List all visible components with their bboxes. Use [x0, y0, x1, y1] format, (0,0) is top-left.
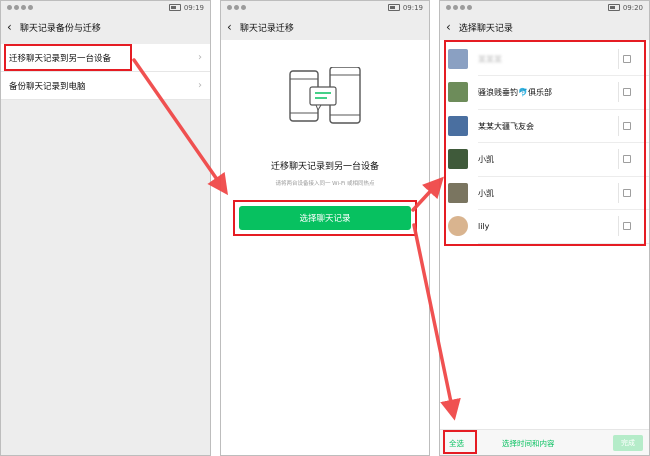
- back-arrow-icon[interactable]: ‹: [446, 21, 451, 33]
- migration-heading: 迁移聊天记录到另一台设备: [270, 162, 379, 172]
- avatar: [448, 216, 468, 236]
- phone-screen-select-chats: 09:20 ‹ 选择聊天记录 某某某 骚浪贱垂钓🐬俱乐部 某某大疆飞友会 小凯: [439, 0, 650, 456]
- two-phones-illustration-icon: [289, 67, 361, 124]
- app-icon: [21, 5, 26, 10]
- contact-checkbox[interactable]: [623, 55, 631, 63]
- divider: [478, 209, 649, 210]
- status-icons: [7, 5, 33, 10]
- phone-screen-chat-migration: 09:19 ‹ 聊天记录迁移 迁移聊天记录到另一台设备 请将两台设备接入同一 W…: [220, 0, 430, 456]
- divider: [618, 82, 619, 102]
- avatar: [448, 183, 468, 203]
- status-bar: 09:19: [221, 1, 429, 14]
- nav-bar: ‹ 聊天记录迁移: [221, 14, 429, 40]
- divider: [618, 116, 619, 136]
- avatar: [448, 149, 468, 169]
- select-chat-records-button[interactable]: 选择聊天记录: [239, 206, 411, 230]
- divider: [478, 109, 649, 110]
- battery-icon: [168, 4, 181, 11]
- back-arrow-icon[interactable]: ‹: [7, 21, 12, 33]
- app-icon: [28, 5, 33, 10]
- status-time: 09:19: [402, 3, 423, 12]
- menu-item-label: 迁移聊天记录到另一台设备: [9, 53, 112, 64]
- avatar: [448, 49, 468, 69]
- divider: [478, 142, 649, 143]
- page-title: 聊天记录备份与迁移: [19, 23, 101, 34]
- divider: [618, 49, 619, 69]
- chevron-right-icon: ›: [198, 80, 202, 91]
- done-button[interactable]: 完成: [613, 435, 643, 451]
- contact-name: 小凯: [478, 154, 494, 164]
- contact-checkbox[interactable]: [623, 222, 631, 230]
- status-icons: [446, 5, 472, 10]
- signal-icon: [7, 5, 12, 10]
- contact-checkbox[interactable]: [623, 155, 631, 163]
- phone-screen-backup-migration: 09:19 ‹ 聊天记录备份与迁移 迁移聊天记录到另一台设备 › 备份聊天记录到…: [0, 0, 211, 456]
- status-bar: 09:20: [440, 1, 649, 14]
- contact-checkbox[interactable]: [623, 88, 631, 96]
- menu-item-backup-pc[interactable]: 备份聊天记录到电脑 ›: [1, 72, 210, 100]
- divider: [478, 75, 649, 76]
- app-icon: [241, 5, 246, 10]
- migration-hint: 请将两台设备接入同一 Wi-Fi 或相同热点: [275, 181, 375, 187]
- status-icons: [227, 5, 246, 10]
- avatar: [448, 82, 468, 102]
- divider: [478, 176, 649, 177]
- wifi-icon: [453, 5, 458, 10]
- contact-name: lily: [478, 221, 490, 231]
- status-bar: 09:19: [1, 1, 210, 14]
- wifi-icon: [234, 5, 239, 10]
- wifi-icon: [14, 5, 19, 10]
- page-title: 聊天记录迁移: [239, 23, 294, 34]
- app-icon: [460, 5, 465, 10]
- menu-item-migrate-device[interactable]: 迁移聊天记录到另一台设备 ›: [1, 44, 210, 72]
- menu-list: 迁移聊天记录到另一台设备 › 备份聊天记录到电脑 ›: [1, 44, 210, 100]
- select-all-button[interactable]: 全选: [449, 438, 464, 449]
- contact-name: 某某某: [478, 54, 502, 64]
- back-arrow-icon[interactable]: ‹: [227, 21, 232, 33]
- contact-name: 某某大疆飞友会: [478, 121, 534, 131]
- divider: [618, 183, 619, 203]
- bottom-action-bar: 全选 选择时间和内容 完成: [440, 429, 649, 455]
- divider: [618, 216, 619, 236]
- contact-name: 小凯: [478, 188, 494, 198]
- battery-icon: [607, 4, 620, 11]
- app-icon: [467, 5, 472, 10]
- status-time: 09:19: [183, 3, 204, 12]
- contact-checkbox[interactable]: [623, 189, 631, 197]
- contact-name: 骚浪贱垂钓🐬俱乐部: [478, 87, 552, 97]
- divider: [618, 149, 619, 169]
- avatar: [448, 116, 468, 136]
- divider: [478, 243, 649, 244]
- chevron-right-icon: ›: [198, 52, 202, 63]
- battery-icon: [387, 4, 400, 11]
- select-time-content-button[interactable]: 选择时间和内容: [502, 438, 555, 449]
- signal-icon: [446, 5, 451, 10]
- page-title: 选择聊天记录: [458, 23, 513, 34]
- contact-checkbox[interactable]: [623, 122, 631, 130]
- nav-bar: ‹ 聊天记录备份与迁移: [1, 14, 210, 40]
- menu-item-label: 备份聊天记录到电脑: [9, 81, 86, 92]
- signal-icon: [227, 5, 232, 10]
- status-time: 09:20: [622, 3, 643, 12]
- nav-bar: ‹ 选择聊天记录: [440, 14, 649, 40]
